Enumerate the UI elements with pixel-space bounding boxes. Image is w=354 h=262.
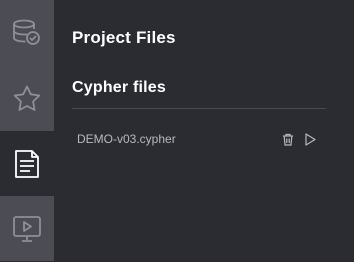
document-icon [14,149,40,179]
monitor-play-icon [12,214,42,244]
play-icon[interactable] [302,131,318,147]
trash-icon[interactable] [280,131,296,147]
sidebar-item-guides[interactable] [0,196,54,261]
sidebar-item-database[interactable] [0,0,54,66]
file-name[interactable]: DEMO-v03.cypher [77,132,280,146]
sidebar [0,0,54,262]
project-files-panel: Project Files Cypher files DEMO-v03.cyph… [54,0,354,262]
app-window: Project Files Cypher files DEMO-v03.cyph… [0,0,354,262]
section-title: Cypher files [72,79,166,96]
database-icon [12,18,42,48]
sidebar-item-favorites[interactable] [0,66,54,131]
star-icon [12,84,42,114]
panel-title: Project Files [72,28,176,47]
file-row[interactable]: DEMO-v03.cypher [72,126,318,152]
sidebar-item-project-files[interactable] [0,131,54,196]
section-divider [72,108,326,109]
